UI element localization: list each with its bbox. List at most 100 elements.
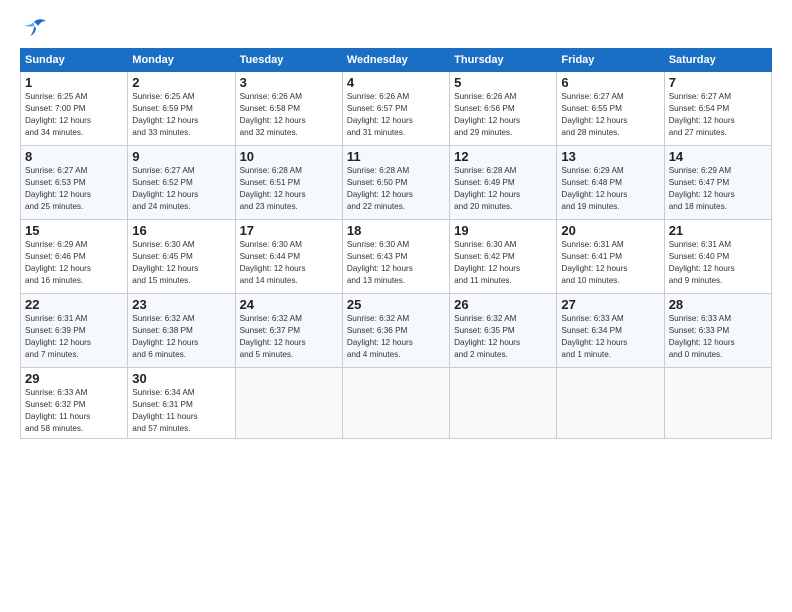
page: SundayMondayTuesdayWednesdayThursdayFrid… [0,0,792,612]
calendar-cell: 15Sunrise: 6:29 AM Sunset: 6:46 PM Dayli… [21,220,128,294]
day-number: 4 [347,75,445,90]
day-info: Sunrise: 6:27 AM Sunset: 6:55 PM Dayligh… [561,91,659,139]
calendar-cell: 14Sunrise: 6:29 AM Sunset: 6:47 PM Dayli… [664,146,771,220]
day-info: Sunrise: 6:26 AM Sunset: 6:58 PM Dayligh… [240,91,338,139]
calendar-cell: 16Sunrise: 6:30 AM Sunset: 6:45 PM Dayli… [128,220,235,294]
calendar-cell: 20Sunrise: 6:31 AM Sunset: 6:41 PM Dayli… [557,220,664,294]
calendar-cell: 7Sunrise: 6:27 AM Sunset: 6:54 PM Daylig… [664,72,771,146]
calendar-cell: 22Sunrise: 6:31 AM Sunset: 6:39 PM Dayli… [21,294,128,368]
day-info: Sunrise: 6:32 AM Sunset: 6:35 PM Dayligh… [454,313,552,361]
calendar-cell: 12Sunrise: 6:28 AM Sunset: 6:49 PM Dayli… [450,146,557,220]
col-header-tuesday: Tuesday [235,49,342,72]
col-header-monday: Monday [128,49,235,72]
day-number: 18 [347,223,445,238]
day-number: 6 [561,75,659,90]
day-number: 10 [240,149,338,164]
day-number: 15 [25,223,123,238]
header [20,18,772,40]
day-info: Sunrise: 6:25 AM Sunset: 7:00 PM Dayligh… [25,91,123,139]
day-info: Sunrise: 6:32 AM Sunset: 6:38 PM Dayligh… [132,313,230,361]
day-info: Sunrise: 6:29 AM Sunset: 6:47 PM Dayligh… [669,165,767,213]
day-number: 9 [132,149,230,164]
calendar: SundayMondayTuesdayWednesdayThursdayFrid… [20,48,772,439]
day-number: 2 [132,75,230,90]
day-info: Sunrise: 6:26 AM Sunset: 6:56 PM Dayligh… [454,91,552,139]
day-number: 20 [561,223,659,238]
calendar-cell [664,368,771,439]
day-number: 12 [454,149,552,164]
calendar-week-1: 1Sunrise: 6:25 AM Sunset: 7:00 PM Daylig… [21,72,772,146]
col-header-wednesday: Wednesday [342,49,449,72]
calendar-cell: 18Sunrise: 6:30 AM Sunset: 6:43 PM Dayli… [342,220,449,294]
day-info: Sunrise: 6:27 AM Sunset: 6:53 PM Dayligh… [25,165,123,213]
day-number: 28 [669,297,767,312]
calendar-cell: 24Sunrise: 6:32 AM Sunset: 6:37 PM Dayli… [235,294,342,368]
calendar-cell: 3Sunrise: 6:26 AM Sunset: 6:58 PM Daylig… [235,72,342,146]
calendar-cell: 27Sunrise: 6:33 AM Sunset: 6:34 PM Dayli… [557,294,664,368]
day-info: Sunrise: 6:30 AM Sunset: 6:45 PM Dayligh… [132,239,230,287]
day-number: 3 [240,75,338,90]
calendar-cell: 17Sunrise: 6:30 AM Sunset: 6:44 PM Dayli… [235,220,342,294]
logo-bird-icon [20,18,48,40]
day-info: Sunrise: 6:33 AM Sunset: 6:33 PM Dayligh… [669,313,767,361]
calendar-cell: 28Sunrise: 6:33 AM Sunset: 6:33 PM Dayli… [664,294,771,368]
day-number: 11 [347,149,445,164]
day-info: Sunrise: 6:29 AM Sunset: 6:46 PM Dayligh… [25,239,123,287]
calendar-cell: 9Sunrise: 6:27 AM Sunset: 6:52 PM Daylig… [128,146,235,220]
calendar-cell: 23Sunrise: 6:32 AM Sunset: 6:38 PM Dayli… [128,294,235,368]
day-number: 13 [561,149,659,164]
day-number: 16 [132,223,230,238]
day-info: Sunrise: 6:30 AM Sunset: 6:43 PM Dayligh… [347,239,445,287]
day-number: 23 [132,297,230,312]
day-number: 21 [669,223,767,238]
day-number: 25 [347,297,445,312]
day-info: Sunrise: 6:33 AM Sunset: 6:34 PM Dayligh… [561,313,659,361]
calendar-cell: 8Sunrise: 6:27 AM Sunset: 6:53 PM Daylig… [21,146,128,220]
day-number: 7 [669,75,767,90]
calendar-cell: 4Sunrise: 6:26 AM Sunset: 6:57 PM Daylig… [342,72,449,146]
calendar-cell: 13Sunrise: 6:29 AM Sunset: 6:48 PM Dayli… [557,146,664,220]
day-info: Sunrise: 6:32 AM Sunset: 6:37 PM Dayligh… [240,313,338,361]
calendar-cell: 2Sunrise: 6:25 AM Sunset: 6:59 PM Daylig… [128,72,235,146]
col-header-saturday: Saturday [664,49,771,72]
calendar-cell: 6Sunrise: 6:27 AM Sunset: 6:55 PM Daylig… [557,72,664,146]
col-header-friday: Friday [557,49,664,72]
col-header-sunday: Sunday [21,49,128,72]
logo [20,18,52,40]
day-info: Sunrise: 6:27 AM Sunset: 6:52 PM Dayligh… [132,165,230,213]
calendar-week-4: 22Sunrise: 6:31 AM Sunset: 6:39 PM Dayli… [21,294,772,368]
day-number: 1 [25,75,123,90]
calendar-cell: 11Sunrise: 6:28 AM Sunset: 6:50 PM Dayli… [342,146,449,220]
day-info: Sunrise: 6:33 AM Sunset: 6:32 PM Dayligh… [25,387,123,435]
calendar-header-row: SundayMondayTuesdayWednesdayThursdayFrid… [21,49,772,72]
day-info: Sunrise: 6:31 AM Sunset: 6:39 PM Dayligh… [25,313,123,361]
day-info: Sunrise: 6:27 AM Sunset: 6:54 PM Dayligh… [669,91,767,139]
day-number: 27 [561,297,659,312]
day-info: Sunrise: 6:28 AM Sunset: 6:51 PM Dayligh… [240,165,338,213]
calendar-week-3: 15Sunrise: 6:29 AM Sunset: 6:46 PM Dayli… [21,220,772,294]
day-number: 26 [454,297,552,312]
day-info: Sunrise: 6:31 AM Sunset: 6:41 PM Dayligh… [561,239,659,287]
day-number: 29 [25,371,123,386]
calendar-cell [235,368,342,439]
calendar-cell: 25Sunrise: 6:32 AM Sunset: 6:36 PM Dayli… [342,294,449,368]
day-info: Sunrise: 6:32 AM Sunset: 6:36 PM Dayligh… [347,313,445,361]
calendar-cell [342,368,449,439]
calendar-cell [557,368,664,439]
calendar-week-5: 29Sunrise: 6:33 AM Sunset: 6:32 PM Dayli… [21,368,772,439]
day-info: Sunrise: 6:30 AM Sunset: 6:44 PM Dayligh… [240,239,338,287]
calendar-week-2: 8Sunrise: 6:27 AM Sunset: 6:53 PM Daylig… [21,146,772,220]
day-number: 22 [25,297,123,312]
day-info: Sunrise: 6:26 AM Sunset: 6:57 PM Dayligh… [347,91,445,139]
day-info: Sunrise: 6:30 AM Sunset: 6:42 PM Dayligh… [454,239,552,287]
day-number: 19 [454,223,552,238]
calendar-cell [450,368,557,439]
calendar-cell: 1Sunrise: 6:25 AM Sunset: 7:00 PM Daylig… [21,72,128,146]
day-number: 14 [669,149,767,164]
day-info: Sunrise: 6:31 AM Sunset: 6:40 PM Dayligh… [669,239,767,287]
col-header-thursday: Thursday [450,49,557,72]
calendar-cell: 10Sunrise: 6:28 AM Sunset: 6:51 PM Dayli… [235,146,342,220]
day-number: 8 [25,149,123,164]
calendar-cell: 26Sunrise: 6:32 AM Sunset: 6:35 PM Dayli… [450,294,557,368]
calendar-cell: 21Sunrise: 6:31 AM Sunset: 6:40 PM Dayli… [664,220,771,294]
